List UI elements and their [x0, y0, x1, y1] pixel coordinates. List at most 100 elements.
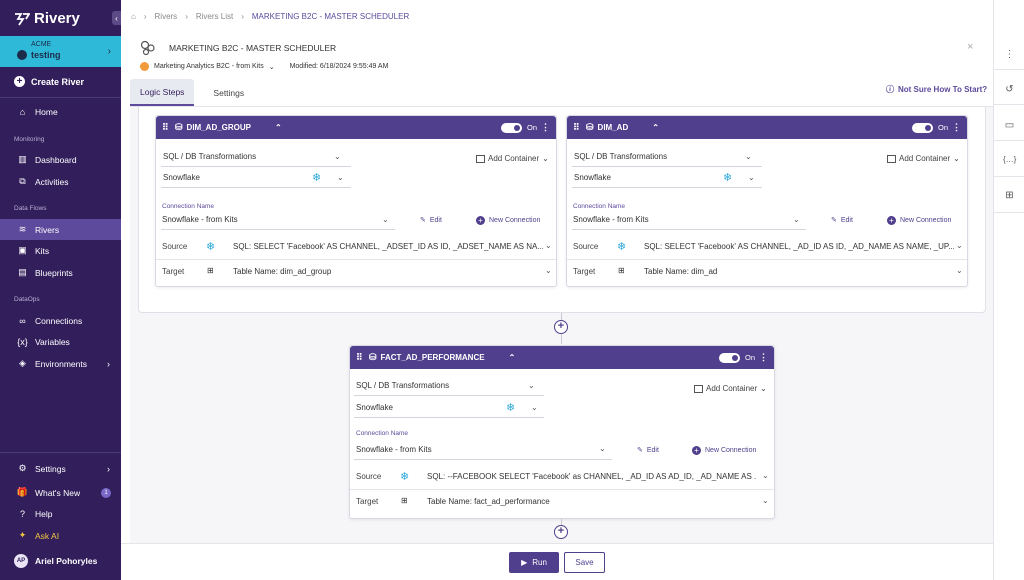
more-options-icon[interactable]: ⋮: [541, 122, 550, 133]
edit-label: Edit: [646, 446, 659, 454]
chevron-down-icon[interactable]: ⌄: [337, 173, 344, 182]
plus-icon: +: [14, 76, 25, 87]
tab-settings[interactable]: Settings: [194, 79, 254, 106]
user-profile[interactable]: AP Ariel Pohoryles: [14, 554, 97, 568]
chevron-down-icon[interactable]: ⌄: [762, 471, 769, 480]
rivery-logo[interactable]: Rivery: [14, 10, 80, 27]
collapse-sidebar-button[interactable]: ‹: [112, 11, 121, 25]
kit-label[interactable]: Marketing Analytics B2C - from Kits: [154, 63, 264, 70]
chevron-down-icon[interactable]: ⌄: [745, 152, 752, 161]
step-toggle[interactable]: On: [718, 352, 755, 363]
account-switcher[interactable]: ACME testing ›: [0, 36, 121, 67]
sidebar-item-variables[interactable]: {x} Variables: [0, 331, 121, 352]
database-select[interactable]: Snowflake: [574, 173, 611, 182]
add-step-button[interactable]: +: [554, 525, 568, 539]
chevron-up-icon[interactable]: ⌃: [652, 123, 659, 132]
chevron-down-icon[interactable]: ⌄: [793, 215, 800, 224]
add-container-label: Add Container: [706, 384, 758, 393]
table-icon[interactable]: ⊞: [1003, 190, 1016, 203]
monitor-icon[interactable]: ▭: [1003, 120, 1016, 133]
step-type-select[interactable]: SQL / DB Transformations: [574, 152, 667, 161]
tab-logic-steps[interactable]: Logic Steps: [130, 79, 195, 106]
home-icon[interactable]: ⌂: [131, 12, 136, 21]
chevron-down-icon[interactable]: ⌄: [956, 266, 963, 275]
sidebar-item-home[interactable]: ⌂ Home: [0, 101, 121, 122]
chevron-up-icon[interactable]: ⌃: [275, 123, 282, 132]
sidebar-item-help[interactable]: ? Help: [0, 503, 121, 524]
chevron-down-icon[interactable]: ⌄: [269, 63, 275, 71]
chevron-down-icon[interactable]: ⌄: [545, 266, 552, 275]
edit-connection-button[interactable]: ✎ Edit: [831, 216, 853, 225]
chevron-down-icon[interactable]: ⌄: [528, 381, 535, 390]
chevron-down-icon[interactable]: ⌄: [748, 173, 755, 182]
sidebar-item-label: Variables: [35, 336, 70, 347]
database-select[interactable]: Snowflake: [356, 403, 393, 412]
add-container-button[interactable]: Add Container ⌄: [476, 154, 549, 163]
connection-select[interactable]: Snowflake - from Kits: [356, 445, 432, 454]
run-button[interactable]: ▶ Run: [509, 552, 559, 573]
target-table[interactable]: Table Name: fact_ad_performance: [427, 497, 747, 506]
source-sql[interactable]: SQL: SELECT 'Facebook' AS CHANNEL, _ADSE…: [233, 242, 543, 251]
connections-icon: ∞: [19, 315, 26, 326]
target-table[interactable]: Table Name: dim_ad_group: [233, 267, 533, 276]
sidebar-item-connections[interactable]: ∞ Connections: [0, 310, 121, 331]
history-icon[interactable]: ↺: [1003, 84, 1016, 97]
chevron-down-icon[interactable]: ⌄: [545, 241, 552, 250]
database-select[interactable]: Snowflake: [163, 173, 200, 182]
step-header: ⠿ ⛁ DIM_AD_GROUP ⌃ On ⋮: [156, 116, 556, 139]
drag-handle-icon[interactable]: ⠿: [162, 122, 170, 133]
chevron-up-icon[interactable]: ⌃: [509, 353, 516, 362]
river-meta: Marketing Analytics B2C - from Kits ⌄ Mo…: [140, 62, 388, 71]
chevron-down-icon[interactable]: ⌄: [956, 241, 963, 250]
sidebar-item-kits[interactable]: ▣ Kits: [0, 240, 121, 261]
account-environment: testing: [17, 50, 121, 60]
sidebar-item-activities[interactable]: ⧉ Activities: [0, 171, 121, 192]
activities-icon: ⧉: [19, 176, 26, 186]
new-connection-button[interactable]: + New Connection: [692, 446, 756, 455]
sidebar-item-label: Connections: [35, 315, 83, 326]
save-button[interactable]: Save: [564, 552, 605, 573]
source-sql[interactable]: SQL: SELECT 'Facebook' AS CHANNEL, _AD_I…: [644, 242, 954, 251]
chevron-down-icon[interactable]: ⌄: [531, 403, 538, 412]
chevron-down-icon[interactable]: ⌄: [599, 444, 606, 453]
more-options-icon[interactable]: ⋮: [759, 352, 768, 363]
connection-select[interactable]: Snowflake - from Kits: [162, 215, 238, 224]
add-container-button[interactable]: Add Container ⌄: [887, 154, 960, 163]
edit-connection-button[interactable]: ✎ Edit: [637, 446, 659, 455]
variables-icon[interactable]: {…}: [1003, 155, 1016, 168]
sidebar-item-environments[interactable]: ◈ Environments ›: [0, 353, 121, 374]
more-options-icon[interactable]: ⋮: [1003, 49, 1016, 62]
step-toggle[interactable]: On: [911, 122, 948, 133]
edit-connection-button[interactable]: ✎ Edit: [420, 216, 442, 225]
new-connection-button[interactable]: + New Connection: [476, 216, 540, 225]
create-river-button[interactable]: + Create River: [14, 76, 84, 87]
add-container-button[interactable]: Add Container ⌄: [694, 384, 767, 393]
help-link[interactable]: ⓘ Not Sure How To Start?: [886, 84, 987, 95]
source-sql[interactable]: SQL: --FACEBOOK SELECT 'Facebook' as CHA…: [427, 472, 757, 481]
sidebar-item-ask-ai[interactable]: ✦ Ask AI: [0, 525, 121, 546]
chevron-down-icon[interactable]: ⌄: [334, 152, 341, 161]
sidebar-item-rivers[interactable]: ≋ Rivers: [0, 219, 121, 240]
step-toggle[interactable]: On: [500, 122, 537, 133]
connection-select[interactable]: Snowflake - from Kits: [573, 215, 649, 224]
new-connection-button[interactable]: + New Connection: [887, 216, 951, 225]
close-icon[interactable]: ×: [967, 41, 973, 53]
breadcrumb-rivers-list[interactable]: Rivers List: [196, 12, 233, 21]
drag-handle-icon[interactable]: ⠿: [573, 122, 581, 133]
divider: [0, 97, 121, 98]
sidebar-item-dashboard[interactable]: ▥ Dashboard: [0, 149, 121, 170]
drag-handle-icon[interactable]: ⠿: [356, 352, 364, 363]
step-type-select[interactable]: SQL / DB Transformations: [356, 381, 449, 390]
chevron-down-icon[interactable]: ⌄: [762, 496, 769, 505]
target-table[interactable]: Table Name: dim_ad: [644, 267, 944, 276]
add-step-button[interactable]: +: [554, 320, 568, 334]
chevron-down-icon[interactable]: ⌄: [382, 215, 389, 224]
sidebar-item-whats-new[interactable]: 🎁 What's New 1: [0, 482, 121, 503]
step-type-select[interactable]: SQL / DB Transformations: [163, 152, 256, 161]
toggle-label: On: [526, 123, 537, 132]
sidebar-item-blueprints[interactable]: ▤ Blueprints: [0, 262, 121, 283]
breadcrumb-rivers[interactable]: Rivers: [155, 12, 178, 21]
chevron-right-icon: ›: [107, 46, 111, 57]
sidebar-item-settings[interactable]: ⚙ Settings ›: [0, 458, 121, 479]
more-options-icon[interactable]: ⋮: [952, 122, 961, 133]
